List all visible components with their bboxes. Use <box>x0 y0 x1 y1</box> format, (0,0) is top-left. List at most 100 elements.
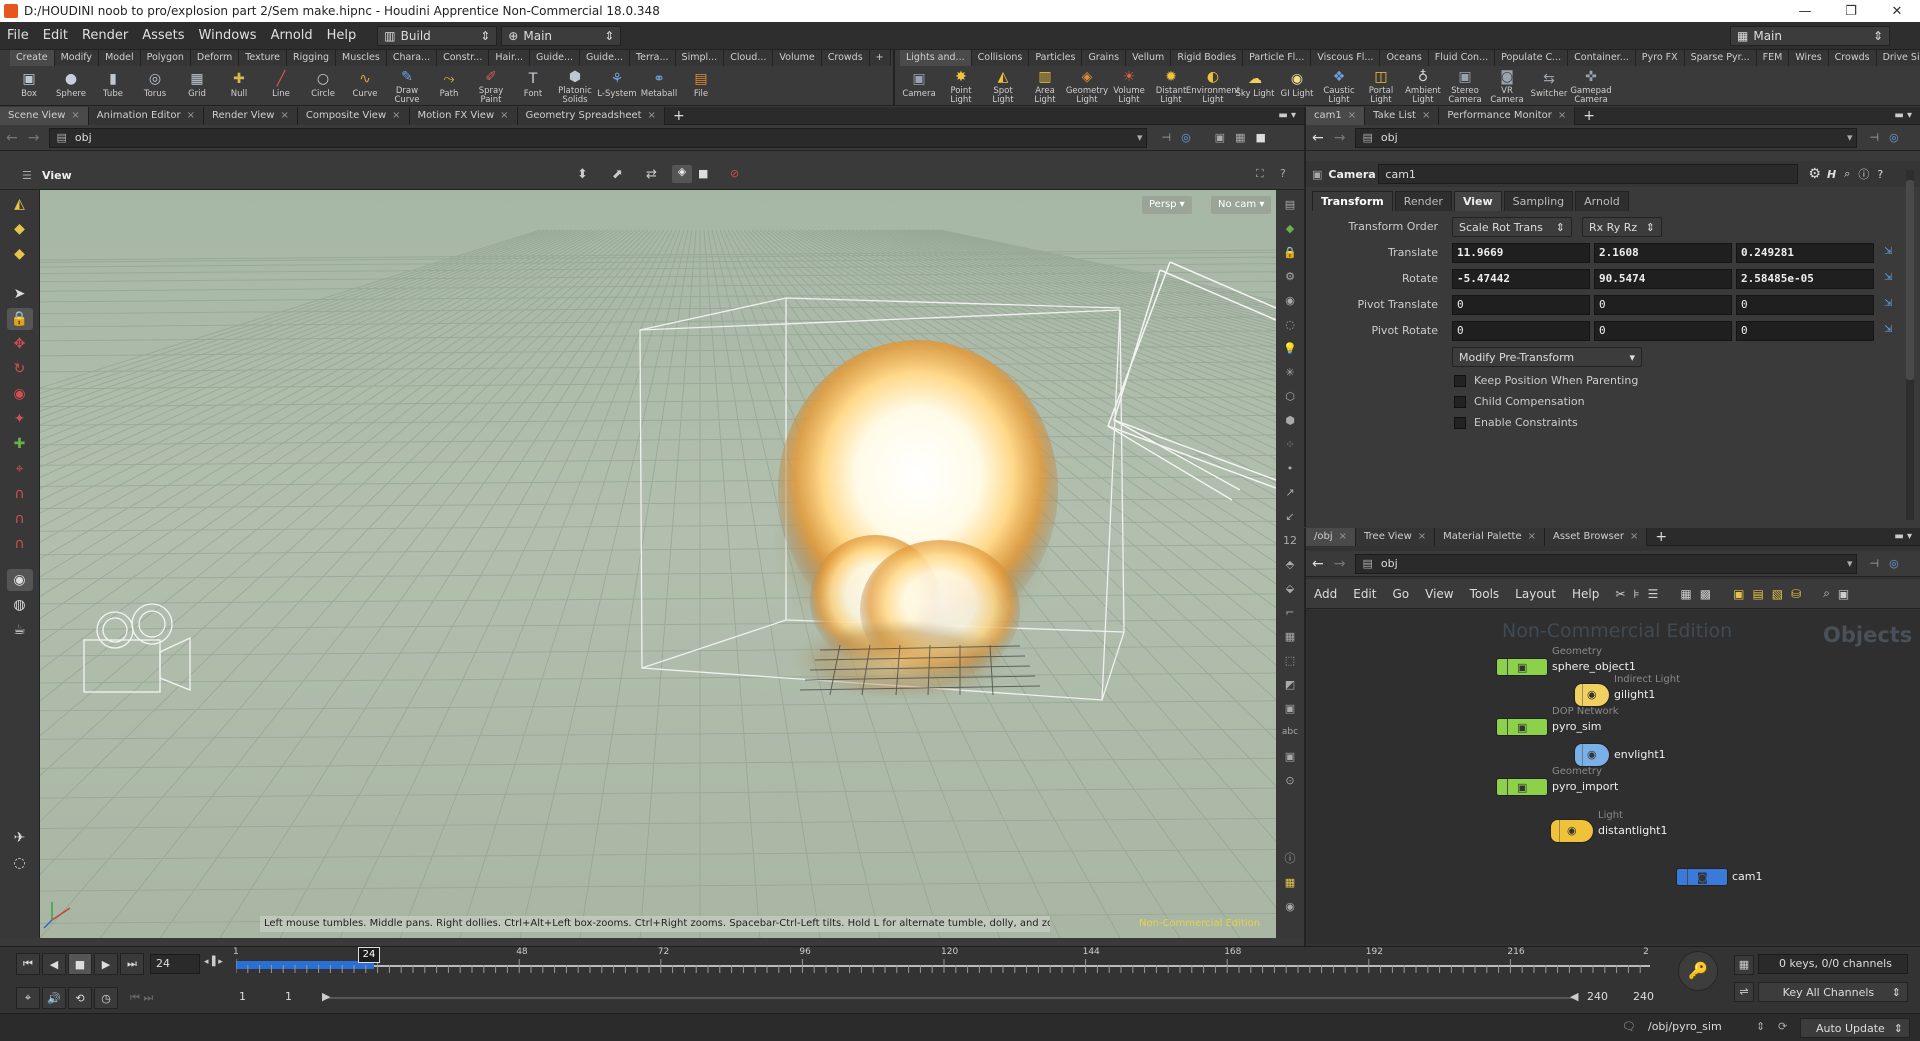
shelf-tool-path[interactable]: ⤳ Path <box>428 67 470 105</box>
param-subtab-sampling[interactable]: Sampling <box>1503 191 1574 211</box>
close-tab-icon[interactable]: × <box>187 110 195 121</box>
menu-windows[interactable]: Windows <box>192 28 264 43</box>
shelf-tab-simpl[interactable]: Simpl... <box>675 50 725 66</box>
scene-path-field[interactable]: ▤ obj ▾ <box>49 127 1148 148</box>
network-box-icon[interactable]: ▤ <box>1752 587 1763 601</box>
shelf-tab-polygon[interactable]: Polygon <box>140 50 191 66</box>
network-menu-edit[interactable]: Edit <box>1345 587 1384 601</box>
rotate-tool-icon[interactable]: ↻ <box>7 358 33 380</box>
menu-assets[interactable]: Assets <box>135 28 191 43</box>
menu-render[interactable]: Render <box>75 28 135 43</box>
shelf-tool-file[interactable]: ▤ File <box>680 67 722 105</box>
range-start-field[interactable]: 1 <box>234 988 278 1008</box>
shelf-tool-caustic-light[interactable]: ❖ Caustic Light <box>1318 67 1360 105</box>
frame-marker[interactable]: 24 <box>358 947 380 963</box>
param-field-x[interactable]: -5.47442 <box>1452 269 1590 289</box>
audio-icon[interactable]: 🔊 <box>42 987 66 1009</box>
shelf-tab-volume[interactable]: Volume <box>773 50 822 66</box>
shelf-tool-draw-curve[interactable]: ✎ Draw Curve <box>386 67 428 105</box>
shelf-tool-volume-light[interactable]: ☀ Volume Light <box>1108 67 1150 105</box>
add-tab-icon[interactable]: + <box>673 108 685 124</box>
network-menu-go[interactable]: Go <box>1384 587 1417 601</box>
timeline-ruler[interactable]: 1 48 72 96 120 144 168 192 216 2 24 <box>233 947 1670 991</box>
teapot-icon[interactable]: ☕ <box>7 619 33 641</box>
shelf-tab-viscous-fl[interactable]: Viscous Fl... <box>1311 50 1381 66</box>
range-start-field-2[interactable]: 1 <box>280 988 324 1008</box>
shelf-tab-rigid-bodies[interactable]: Rigid Bodies <box>1171 50 1244 66</box>
bounds-icon[interactable]: ⌐ <box>1279 602 1301 622</box>
node-body[interactable]: ▣ <box>1496 778 1548 796</box>
layout-icon[interactable]: ▦ <box>1235 131 1245 144</box>
erase-icon[interactable]: ▣ <box>1279 698 1301 718</box>
shelf-tool-vr-camera[interactable]: ◙ VR Camera <box>1486 67 1528 105</box>
image-view-icon[interactable]: ▣ <box>1838 587 1849 601</box>
node-body[interactable]: ◉ <box>1574 683 1610 707</box>
rotate-order-menu[interactable]: Rx Ry Rz ⇕ <box>1582 217 1662 237</box>
checkbox-child-compensation[interactable] <box>1454 396 1466 408</box>
shelf-tab-sparse-pyr[interactable]: Sparse Pyr... <box>1684 50 1757 66</box>
range-end-field[interactable]: 240 <box>1582 988 1626 1008</box>
shelf-tab-particles[interactable]: Particles <box>1029 50 1083 66</box>
network-menu-add[interactable]: Add <box>1306 587 1345 601</box>
shelf-tab-crowds[interactable]: Crowds <box>1828 50 1877 66</box>
channel-list-icon[interactable]: ▦ <box>1734 955 1754 975</box>
list-icon[interactable]: ☰ <box>1648 587 1659 601</box>
step-frame-icons[interactable]: ◂▐ ▸ <box>204 957 223 967</box>
shelf-tab-wires[interactable]: Wires <box>1789 50 1829 66</box>
grid-view-icon[interactable]: ▦ <box>1680 587 1691 601</box>
handle-tool-icon[interactable]: ◭ <box>7 193 33 215</box>
shelf-tab-lights-and[interactable]: Lights and... <box>900 50 972 66</box>
param-subtab-transform[interactable]: Transform <box>1312 191 1393 211</box>
view-menu-icon[interactable]: ☰ <box>22 169 32 182</box>
link-icon[interactable]: ◎ <box>1889 557 1899 570</box>
pane-tab-composite-view[interactable]: Composite View × <box>297 106 410 125</box>
close-tab-icon[interactable]: × <box>392 110 400 121</box>
shelf-tool-environment-light[interactable]: ◐ Environment Light <box>1186 67 1240 105</box>
add-tab-icon[interactable]: + <box>1583 108 1595 124</box>
shelf-tool-font[interactable]: T Font <box>512 67 554 105</box>
headlight-icon[interactable]: ✳ <box>1279 362 1301 382</box>
shelf-tool-circle[interactable]: ○ Circle <box>302 67 344 105</box>
uv-icon[interactable]: ⬙ <box>1279 578 1301 598</box>
shelf-tab-pyro-fx[interactable]: Pyro FX <box>1635 50 1685 66</box>
render-region-icon[interactable]: ■ <box>698 167 708 180</box>
stop-button[interactable]: ■ <box>68 953 92 975</box>
channel-menu-icon[interactable]: ⇲ <box>1884 298 1892 309</box>
display-mode-icon[interactable]: ◈ <box>672 165 692 183</box>
param-field-z[interactable]: 0 <box>1736 295 1874 315</box>
minimize-button[interactable]: — <box>1782 4 1828 19</box>
shelf-tool-metaball[interactable]: ⚭ Metaball <box>638 67 680 105</box>
channel-menu-icon[interactable]: ⇲ <box>1884 324 1892 335</box>
network-menu-help[interactable]: Help <box>1564 587 1607 601</box>
loop-icon[interactable]: ⟲ <box>68 987 92 1009</box>
orbit-icon[interactable]: ◍ <box>7 594 33 616</box>
point-numbers-icon[interactable]: 12 <box>1279 530 1301 550</box>
close-tab-icon[interactable]: × <box>1422 110 1430 121</box>
pane-tab-obj[interactable]: /obj × <box>1306 527 1357 546</box>
close-tab-icon[interactable]: × <box>1630 531 1638 542</box>
close-tab-icon[interactable]: × <box>648 110 656 121</box>
shelf-tool-tube[interactable]: ▮ Tube <box>92 67 134 105</box>
param-scrollbar[interactable] <box>1906 170 1914 520</box>
pane-tab-cam1[interactable]: cam1 × <box>1306 106 1366 125</box>
close-button[interactable]: ✕ <box>1874 4 1920 19</box>
range-slider[interactable] <box>326 997 1578 999</box>
close-tab-icon[interactable]: × <box>280 110 288 121</box>
camera-menu-icon[interactable]: ⛶ <box>1256 167 1264 181</box>
play-button[interactable]: ▶ <box>94 953 118 975</box>
shelf-tab-muscles[interactable]: Muscles <box>336 50 387 66</box>
locate-icon[interactable]: ⊙ <box>1279 770 1301 790</box>
shelf-tab-crowds[interactable]: Crowds <box>821 50 870 66</box>
back-arrow-icon[interactable]: ← <box>1312 556 1324 572</box>
pane-tab-performance-monitor[interactable]: Performance Monitor × <box>1439 106 1576 125</box>
param-subtab-arnold[interactable]: Arnold <box>1575 191 1629 211</box>
pane-tab-asset-browser[interactable]: Asset Browser × <box>1544 527 1648 546</box>
param-field-y[interactable]: 2.1608 <box>1594 243 1732 263</box>
shelf-tool-null[interactable]: ✚ Null <box>218 67 260 105</box>
shelf-tab-create[interactable]: Create <box>10 50 55 66</box>
range-handle-left-icon[interactable]: ▶ <box>322 990 330 1003</box>
shelf-tool-torus[interactable]: ◎ Torus <box>134 67 176 105</box>
shelf-tab-guide[interactable]: Guide... <box>530 50 581 66</box>
lock-icon[interactable]: 🔒 <box>1279 242 1301 262</box>
persp-button[interactable]: Persp ▾ <box>1142 196 1192 214</box>
